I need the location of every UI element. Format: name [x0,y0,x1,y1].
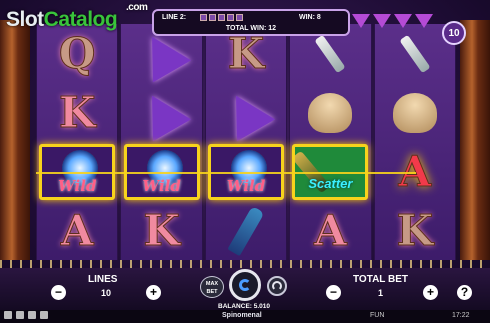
mini-symbol-icon [218,14,225,21]
logo-dotcom-text: .com [126,2,148,13]
symbol-letter: A [314,206,348,256]
champagne-glass-icon [399,34,431,73]
symbol-letter: K [58,88,96,138]
bird-icon [308,92,353,133]
balance-display: BALANCE: 5.010 [218,303,271,310]
logo-catalog-text: Catalog [43,8,118,31]
home-icon[interactable] [16,311,24,319]
symbol-k: K [376,202,454,260]
symbol-a: A [291,202,369,260]
winning-payline [36,172,416,174]
line-label: LINE 2: [162,14,187,21]
mini-symbol-icon [236,14,243,21]
autoplay-button[interactable] [267,276,287,296]
symbol-k: K [38,84,116,142]
logo-slot-text: Slot [6,8,44,31]
spin-button[interactable] [229,269,261,301]
play-mode: FUN [370,312,385,319]
mini-symbol-icon [200,14,207,21]
max-bet-button[interactable]: MAX BET [200,276,224,298]
bet-minus-button[interactable]: − [326,285,341,300]
champagne-glass-icon [314,34,346,73]
bet-plus-button[interactable]: + [423,285,438,300]
total-win: TOTAL WIN: 12 [225,25,277,32]
reel-1: Q K Wild A [36,24,119,260]
symbol-letter: K [227,29,265,79]
symbol-bird [291,84,369,142]
party-hat-icon [216,84,276,141]
status-icons [4,311,48,319]
symbol-letter: K [143,206,181,256]
total-bet-label: TOTAL BET [353,274,408,285]
clock-time: 17:22 [452,312,470,319]
reel-5: A K [373,24,457,260]
bird-icon [392,92,437,133]
symbol-letter: Q [58,29,96,79]
party-hat-icon [132,84,191,141]
autoplay-icon [272,281,282,291]
sound-icon[interactable] [28,311,36,319]
reel-area: Q K Wild A Wild K K Wild Scatter A A K [36,24,457,260]
site-logo: SlotCatalog .com [6,2,148,32]
symbol-k: K [123,202,201,260]
lines-minus-button[interactable]: − [51,285,66,300]
spin-icon [239,279,251,291]
status-bar: Spinomenal FUN 17:22 [0,310,490,323]
symbol-party-hat [207,84,285,142]
symbol-letter: K [396,206,434,256]
wild-label: Wild [142,176,181,195]
rocket-icon [227,205,265,256]
wild-label: Wild [226,176,266,195]
mini-symbol-icon [209,14,216,21]
lines-value: 10 [101,288,112,298]
marquee-lights [0,260,490,268]
help-button[interactable]: ? [457,285,472,300]
symbol-bird [376,84,454,142]
scatter-label: Scatter [308,175,353,191]
settings-icon[interactable] [40,311,48,319]
left-pillar [0,20,30,260]
bunting-decoration [352,14,433,28]
symbol-rocket [207,202,285,260]
symbol-letter: A [60,206,94,256]
reel-3: K Wild [204,24,288,260]
symbol-q: Q [38,25,116,83]
symbol-a: A [38,202,116,260]
right-pillar [460,20,490,260]
reel-2: Wild K [120,24,203,260]
mini-symbol-icon [227,14,234,21]
symbol-party-hat [123,84,201,142]
line-symbols [200,14,243,21]
menu-icon[interactable] [4,311,12,319]
total-bet-value: 1 [378,288,384,298]
provider-brand: Spinomenal [222,312,262,319]
reel-4: Scatter A [289,24,372,260]
lines-label: LINES [88,274,118,285]
win-amount: WIN: 8 [299,14,321,21]
lines-badge: 10 [442,21,466,45]
win-info-panel: LINE 2: WIN: 8 TOTAL WIN: 12 [152,9,350,36]
wild-label: Wild [57,176,97,195]
lines-plus-button[interactable]: + [146,285,161,300]
game-stage: Q K Wild A Wild K K Wild Scatter A A K S… [0,0,490,323]
